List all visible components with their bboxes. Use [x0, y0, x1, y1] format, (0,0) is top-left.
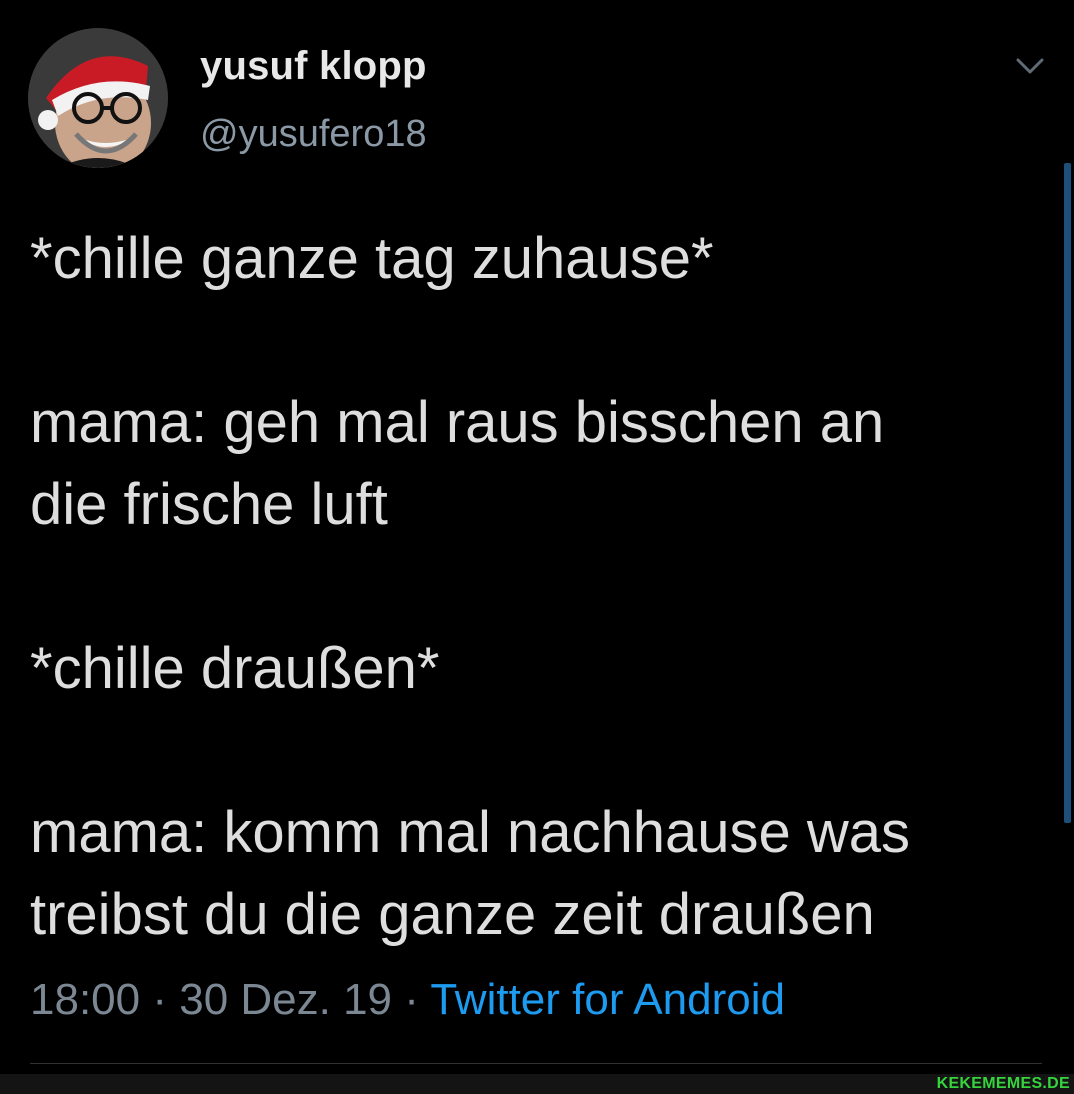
avatar[interactable]: [28, 28, 168, 168]
tweet-date: 30 Dez. 19: [179, 975, 393, 1024]
watermark: KEKEMEMES.DE: [936, 1075, 1070, 1092]
display-name[interactable]: yusuf klopp: [200, 46, 427, 86]
tweet-source-link[interactable]: Twitter for Android: [430, 975, 785, 1024]
user-handle[interactable]: @yusufero18: [200, 115, 427, 153]
chevron-down-icon[interactable]: [1010, 52, 1050, 82]
tweet-time: 18:00: [30, 975, 141, 1024]
meta-separator: ·: [392, 975, 431, 1024]
tweet-paragraph: mama: komm mal nachhause was treibst du …: [30, 800, 910, 947]
tweet-meta: 18:00 · 30 Dez. 19 · Twitter for Android: [30, 978, 785, 1022]
tweet-paragraph: mama: geh mal raus bisschen an die frisc…: [30, 390, 885, 537]
tweet-paragraph: *chille draußen*: [30, 636, 440, 701]
avatar-image: [28, 28, 168, 168]
divider: [30, 1063, 1042, 1064]
bottom-strip: [0, 1074, 1074, 1094]
meta-separator: ·: [140, 975, 180, 1024]
tweet-paragraph: *chille ganze tag zuhause*: [30, 226, 714, 291]
tweet-text: *chille ganze tag zuhause* mama: geh mal…: [30, 218, 1050, 956]
scrollbar[interactable]: [1064, 163, 1071, 823]
